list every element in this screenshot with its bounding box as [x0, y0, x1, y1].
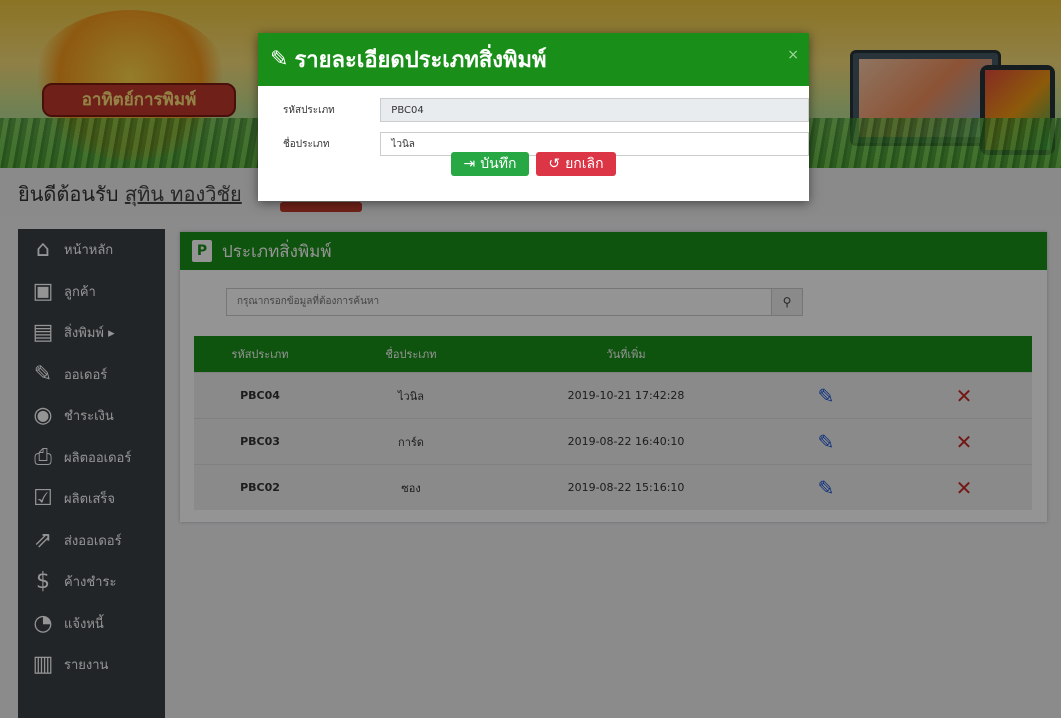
- modal-title: รายละเอียดประเภทสิ่งพิมพ์: [294, 48, 547, 73]
- form-row-name: ชื่อประเภท ไวนิล: [258, 129, 809, 159]
- type-detail-modal: ✎ รายละเอียดประเภทสิ่งพิมพ์ × รหัสประเภท…: [258, 33, 809, 201]
- modal-header: ✎ รายละเอียดประเภทสิ่งพิมพ์: [258, 33, 809, 86]
- save-button[interactable]: ⇥ บันทึก: [451, 152, 529, 176]
- undo-icon: ↺: [548, 156, 561, 172]
- user-edit-icon: ✎: [270, 47, 289, 72]
- save-label: บันทึก: [480, 156, 517, 172]
- cancel-button[interactable]: ↺ ยกเลิก: [536, 152, 616, 176]
- close-icon[interactable]: ×: [787, 47, 799, 63]
- field-label-code: รหัสประเภท: [283, 104, 335, 116]
- field-label-name: ชื่อประเภท: [283, 138, 330, 150]
- cancel-label: ยกเลิก: [565, 156, 604, 172]
- save-icon: ⇥: [463, 156, 476, 172]
- form-row-code: รหัสประเภท PBC04: [258, 95, 809, 125]
- type-code-field: PBC04: [380, 98, 809, 122]
